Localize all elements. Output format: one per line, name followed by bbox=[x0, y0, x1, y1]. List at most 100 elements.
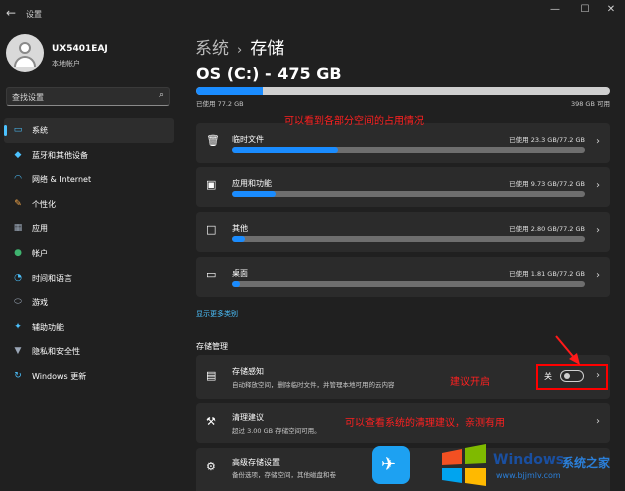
category-apps-features[interactable]: ▣ 应用和功能 已使用 9.73 GB/77.2 GB › bbox=[196, 167, 610, 207]
advanced-storage-subtitle: 备份选项，存储空间，其他磁盘和卷 bbox=[232, 471, 336, 479]
category-bar bbox=[232, 281, 585, 287]
sidebar-item-network[interactable]: ◠ 网络 & Internet bbox=[4, 167, 174, 192]
category-used: 已使用 23.3 GB/77.2 GB bbox=[509, 136, 585, 144]
close-button[interactable]: ✕ bbox=[601, 4, 621, 15]
person-icon: ● bbox=[14, 247, 22, 258]
bluetooth-icon: ◆ bbox=[14, 149, 22, 160]
watermark-url: www.bjjmlv.com bbox=[496, 471, 561, 480]
category-name: 临时文件 bbox=[232, 135, 264, 144]
sidebar-item-label: 游戏 bbox=[32, 298, 48, 308]
sidebar-nav: ▭ 系统 ◆ 蓝牙和其他设备 ◠ 网络 & Internet ✎ 个性化 ▦ 应… bbox=[0, 118, 178, 389]
sidebar-item-label: 个性化 bbox=[32, 199, 56, 209]
chevron-right-icon: › bbox=[596, 225, 600, 236]
window-title: 设置 bbox=[26, 10, 42, 19]
sidebar-item-label: 时间和语言 bbox=[32, 273, 72, 283]
desktop-icon: ▭ bbox=[206, 268, 217, 281]
category-name: 应用和功能 bbox=[232, 179, 272, 188]
broom-icon: ⚒ bbox=[206, 415, 216, 428]
storage-sense-subtitle: 自动释放空间，删除临时文件，并管理本地可用的云内容 bbox=[232, 381, 395, 389]
cleanup-title: 清理建议 bbox=[232, 413, 264, 422]
minimize-button[interactable]: — bbox=[545, 4, 565, 15]
annotation-enable: 建议开启 bbox=[450, 377, 490, 388]
category-used: 已使用 2.80 GB/77.2 GB bbox=[509, 225, 585, 233]
sidebar: UX5401EAJ 本地帐户 ⌕ ▭ 系统 ◆ 蓝牙和其他设备 ◠ 网络 & I… bbox=[0, 28, 178, 491]
watermark-bird-logo: ✈ bbox=[372, 446, 410, 484]
maximize-button[interactable]: ☐ bbox=[575, 4, 595, 15]
category-used: 已使用 1.81 GB/77.2 GB bbox=[509, 270, 585, 278]
category-fill bbox=[232, 236, 245, 242]
sidebar-item-apps[interactable]: ▦ 应用 bbox=[4, 216, 174, 241]
shield-icon: ▼ bbox=[14, 346, 22, 357]
search-box[interactable]: ⌕ bbox=[6, 87, 170, 106]
accessibility-icon: ✦ bbox=[14, 321, 22, 332]
category-name: 其他 bbox=[232, 224, 248, 233]
profile-account-type: 本地帐户 bbox=[52, 60, 80, 68]
advanced-storage-title: 高级存储设置 bbox=[232, 458, 280, 467]
category-desktop[interactable]: ▭ 桌面 已使用 1.81 GB/77.2 GB › bbox=[196, 257, 610, 297]
category-other[interactable]: □ 其他 已使用 2.80 GB/77.2 GB › bbox=[196, 212, 610, 252]
breadcrumb-separator: › bbox=[237, 43, 243, 58]
sidebar-item-label: 蓝牙和其他设备 bbox=[32, 150, 88, 160]
sidebar-item-accessibility[interactable]: ✦ 辅助功能 bbox=[4, 315, 174, 340]
globe-clock-icon: ◔ bbox=[14, 272, 22, 283]
cleanup-subtitle: 超过 3.00 GB 存储空间可用。 bbox=[232, 427, 321, 435]
avatar bbox=[6, 34, 44, 72]
category-fill bbox=[232, 281, 241, 287]
sidebar-item-label: 帐户 bbox=[32, 248, 48, 258]
storage-sense-title: 存储感知 bbox=[232, 367, 264, 376]
search-icon[interactable]: ⌕ bbox=[159, 90, 164, 100]
sidebar-item-label: 辅助功能 bbox=[32, 322, 64, 332]
watermark-brand: Windows bbox=[493, 452, 565, 468]
search-input[interactable] bbox=[12, 90, 142, 104]
title-bar: ← 设置 — ☐ ✕ bbox=[0, 0, 625, 28]
monitor-icon: ▭ bbox=[13, 125, 23, 135]
sidebar-item-bluetooth[interactable]: ◆ 蓝牙和其他设备 bbox=[4, 143, 174, 168]
show-more-categories-link[interactable]: 显示更多类别 bbox=[196, 309, 238, 319]
sidebar-item-privacy[interactable]: ▼ 隐私和安全性 bbox=[4, 339, 174, 364]
sidebar-item-personalization[interactable]: ✎ 个性化 bbox=[4, 192, 174, 217]
page-title: 存储 bbox=[250, 39, 285, 59]
annotation-cleanup: 可以查看系统的清理建议，亲测有用 bbox=[345, 418, 505, 429]
sidebar-item-gaming[interactable]: ⬭ 游戏 bbox=[4, 290, 174, 315]
brush-icon: ✎ bbox=[14, 198, 22, 209]
drive-used-text: 已使用 77.2 GB bbox=[196, 100, 244, 108]
gamepad-icon: ⬭ bbox=[14, 297, 22, 308]
wifi-icon: ◠ bbox=[14, 174, 22, 185]
chevron-right-icon: › bbox=[596, 180, 600, 191]
breadcrumb-parent[interactable]: 系统 bbox=[195, 39, 229, 59]
drive-usage-bar bbox=[196, 87, 610, 95]
gear-icon: ⚙ bbox=[206, 460, 216, 473]
category-fill bbox=[232, 191, 277, 197]
category-name: 桌面 bbox=[232, 269, 248, 278]
annotation-arrow bbox=[555, 335, 580, 365]
sidebar-item-label: 网络 & Internet bbox=[32, 175, 92, 185]
back-button[interactable]: ← bbox=[6, 6, 16, 20]
trash-icon: 🗑 bbox=[206, 134, 220, 147]
profile-name: UX5401EAJ bbox=[52, 44, 108, 54]
sidebar-item-accounts[interactable]: ● 帐户 bbox=[4, 241, 174, 266]
drive-free-text: 398 GB 可用 bbox=[570, 100, 610, 108]
apps-features-icon: ▣ bbox=[206, 178, 217, 191]
sidebar-item-system[interactable]: ▭ 系统 bbox=[4, 118, 174, 143]
category-temp-files[interactable]: 🗑 临时文件 已使用 23.3 GB/77.2 GB › bbox=[196, 123, 610, 163]
category-bar bbox=[232, 191, 585, 197]
document-icon: □ bbox=[206, 223, 217, 236]
storage-management-heading: 存储管理 bbox=[196, 342, 228, 351]
category-fill bbox=[232, 147, 338, 153]
drive-usage-fill bbox=[196, 87, 264, 95]
drive-title: OS (C:) - 475 GB bbox=[196, 64, 342, 83]
profile[interactable]: UX5401EAJ 本地帐户 bbox=[6, 34, 176, 74]
sidebar-item-windows-update[interactable]: ↻ Windows 更新 bbox=[4, 364, 174, 389]
sidebar-item-label: Windows 更新 bbox=[32, 371, 87, 381]
sidebar-item-time-language[interactable]: ◔ 时间和语言 bbox=[4, 266, 174, 291]
annotation-usage: 可以看到各部分空间的占用情况 bbox=[284, 116, 424, 127]
category-bar bbox=[232, 147, 585, 153]
breadcrumb: 系统 › 存储 bbox=[195, 34, 284, 59]
apps-icon: ▦ bbox=[13, 223, 23, 234]
windows-logo-icon bbox=[442, 444, 486, 486]
chevron-right-icon: › bbox=[596, 136, 600, 147]
chevron-right-icon: › bbox=[596, 270, 600, 281]
sidebar-item-label: 系统 bbox=[32, 126, 48, 135]
watermark-site-name: 系统之家 bbox=[562, 456, 611, 470]
chevron-right-icon: › bbox=[596, 416, 600, 427]
